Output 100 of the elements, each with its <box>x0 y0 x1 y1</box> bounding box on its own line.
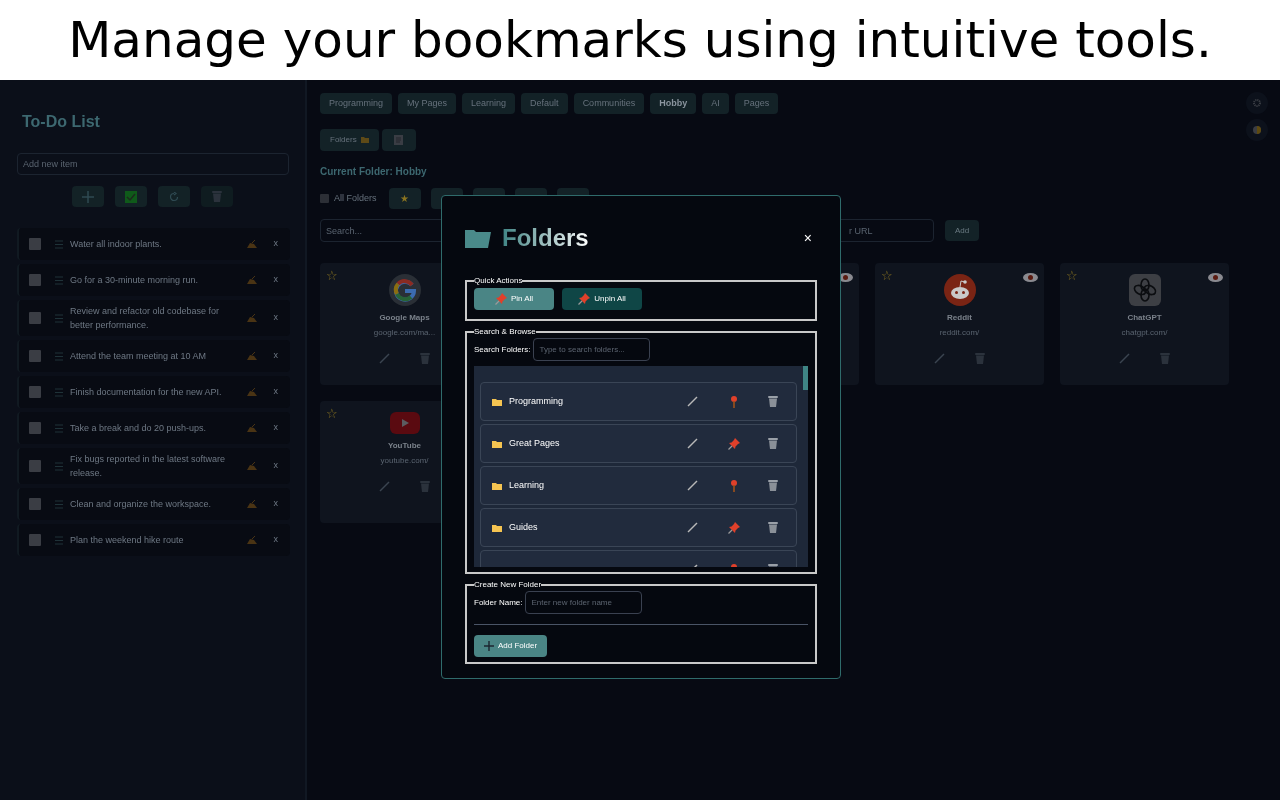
checkbox[interactable] <box>29 498 41 510</box>
writing-hand-icon[interactable] <box>246 388 257 396</box>
add-bookmark-button[interactable]: Add <box>945 220 980 241</box>
folder-icon <box>465 228 491 248</box>
todo-item[interactable]: Attend the team meeting at 10 AM x <box>17 340 290 372</box>
check-all-button[interactable] <box>115 186 147 207</box>
drag-handle-icon[interactable] <box>55 499 63 509</box>
add-folder-button[interactable]: Add Folder <box>474 635 548 657</box>
todo-item[interactable]: Clean and organize the workspace. x <box>17 488 290 520</box>
pencil-icon[interactable] <box>687 480 698 491</box>
folder-tab[interactable]: Pages <box>734 93 779 114</box>
folder-tab[interactable]: Default <box>521 93 568 114</box>
checkbox[interactable] <box>29 460 41 472</box>
todo-text: Water all indoor plants. <box>70 238 163 251</box>
folder-tab[interactable]: Programming <box>320 93 393 114</box>
drag-handle-icon[interactable] <box>55 461 63 471</box>
star-icon[interactable]: ☆ <box>1066 269 1078 282</box>
add-button[interactable] <box>72 186 104 207</box>
scrollbar-thumb[interactable] <box>803 366 808 390</box>
checkbox[interactable] <box>29 350 41 362</box>
pin-all-button[interactable]: Pin All <box>474 288 554 310</box>
delete-button[interactable]: x <box>273 237 278 251</box>
pencil-icon[interactable] <box>687 396 698 407</box>
writing-hand-icon[interactable] <box>246 352 257 360</box>
notes-button[interactable] <box>381 129 416 151</box>
writing-hand-icon[interactable] <box>246 500 257 508</box>
reset-button[interactable] <box>158 186 190 207</box>
bookmark-card[interactable]: ☆ Reddit reddit.com/ <box>875 263 1044 385</box>
writing-hand-icon[interactable] <box>246 240 257 248</box>
star-icon[interactable]: ☆ <box>326 269 338 282</box>
writing-hand-icon[interactable] <box>246 462 257 470</box>
checkbox[interactable] <box>29 238 41 250</box>
todo-item[interactable]: Take a break and do 20 push-ups. x <box>17 412 290 444</box>
checkbox[interactable] <box>320 194 329 203</box>
favorites-button[interactable]: ★ <box>388 188 421 209</box>
close-button[interactable]: × <box>803 227 812 249</box>
upright-pin-icon[interactable] <box>730 479 738 492</box>
writing-hand-icon[interactable] <box>246 536 257 544</box>
star-icon[interactable]: ☆ <box>326 407 338 420</box>
star-icon[interactable]: ☆ <box>881 269 893 282</box>
drag-handle-icon[interactable] <box>55 239 63 249</box>
drag-handle-icon[interactable] <box>55 423 63 433</box>
eye-icon[interactable] <box>1023 273 1038 282</box>
folder-name-field[interactable]: Enter new folder name <box>525 591 643 614</box>
delete-button[interactable]: x <box>273 349 278 363</box>
trash-icon[interactable] <box>768 522 778 533</box>
checkbox[interactable] <box>29 422 41 434</box>
todo-item[interactable]: Review and refactor old codebase for better performance. x <box>17 300 290 336</box>
pushpin-icon[interactable] <box>494 293 507 305</box>
folder-tab[interactable]: Hobby <box>650 93 697 114</box>
todo-item[interactable]: Water all indoor plants. x <box>17 228 290 260</box>
bookmark-card[interactable]: ☆ ChatGPT chatgpt.com/ <box>1060 263 1229 385</box>
unpin-all-button[interactable]: Unpin All <box>562 288 642 310</box>
writing-hand-icon[interactable] <box>246 424 257 432</box>
drag-handle-icon[interactable] <box>55 275 63 285</box>
writing-hand-icon[interactable] <box>246 276 257 284</box>
todo-item[interactable]: Finish documentation for the new API. x <box>17 376 290 408</box>
todo-item[interactable]: Plan the weekend hike route x <box>17 524 290 556</box>
theme-button[interactable] <box>1246 119 1268 141</box>
checkbox[interactable] <box>29 534 41 546</box>
folder-search-field[interactable]: Type to search folders... <box>533 338 651 361</box>
delete-button[interactable]: x <box>273 421 278 435</box>
new-item-field[interactable]: Add new item <box>17 153 289 175</box>
pushpin-icon[interactable] <box>728 521 740 534</box>
pencil-icon[interactable] <box>687 438 698 449</box>
folder-tab[interactable]: Communities <box>573 93 645 114</box>
writing-hand-icon[interactable] <box>246 314 257 322</box>
delete-button[interactable]: x <box>273 459 278 473</box>
pencil-icon[interactable] <box>687 522 698 533</box>
folder-tab[interactable]: Learning <box>462 93 516 114</box>
trash-icon[interactable] <box>768 396 778 407</box>
delete-button[interactable]: x <box>273 273 278 287</box>
drag-handle-icon[interactable] <box>55 313 63 323</box>
delete-button[interactable]: x <box>273 497 278 511</box>
checkbox[interactable] <box>29 274 41 286</box>
todo-item[interactable]: Fix bugs reported in the latest software release. x <box>17 448 290 484</box>
delete-button[interactable]: x <box>273 311 278 325</box>
pushpin-icon[interactable] <box>578 293 591 305</box>
delete-button[interactable]: x <box>273 533 278 547</box>
upright-pin-icon[interactable] <box>730 395 738 408</box>
drag-handle-icon[interactable] <box>55 387 63 397</box>
folder-row[interactable]: Guides <box>480 508 797 547</box>
checkbox[interactable] <box>29 312 41 324</box>
todo-item[interactable]: Go for a 30-minute morning run. x <box>17 264 290 296</box>
trash-icon[interactable] <box>768 438 778 449</box>
clear-button[interactable] <box>201 186 233 207</box>
checkbox[interactable] <box>29 386 41 398</box>
pushpin-icon[interactable] <box>728 437 740 450</box>
folder-row[interactable]: Great Pages <box>480 424 797 463</box>
settings-button[interactable] <box>1246 92 1268 114</box>
folder-tab[interactable]: AI <box>702 93 729 114</box>
folder-tab[interactable]: My Pages <box>398 93 457 114</box>
folders-button[interactable]: Folders <box>320 129 379 151</box>
folder-row[interactable]: Programming <box>480 382 797 421</box>
delete-button[interactable]: x <box>273 385 278 399</box>
drag-handle-icon[interactable] <box>55 351 63 361</box>
drag-handle-icon[interactable] <box>55 535 63 545</box>
folder-row[interactable]: Learning <box>480 466 797 505</box>
trash-icon[interactable] <box>768 480 778 491</box>
eye-icon[interactable] <box>1208 273 1223 282</box>
